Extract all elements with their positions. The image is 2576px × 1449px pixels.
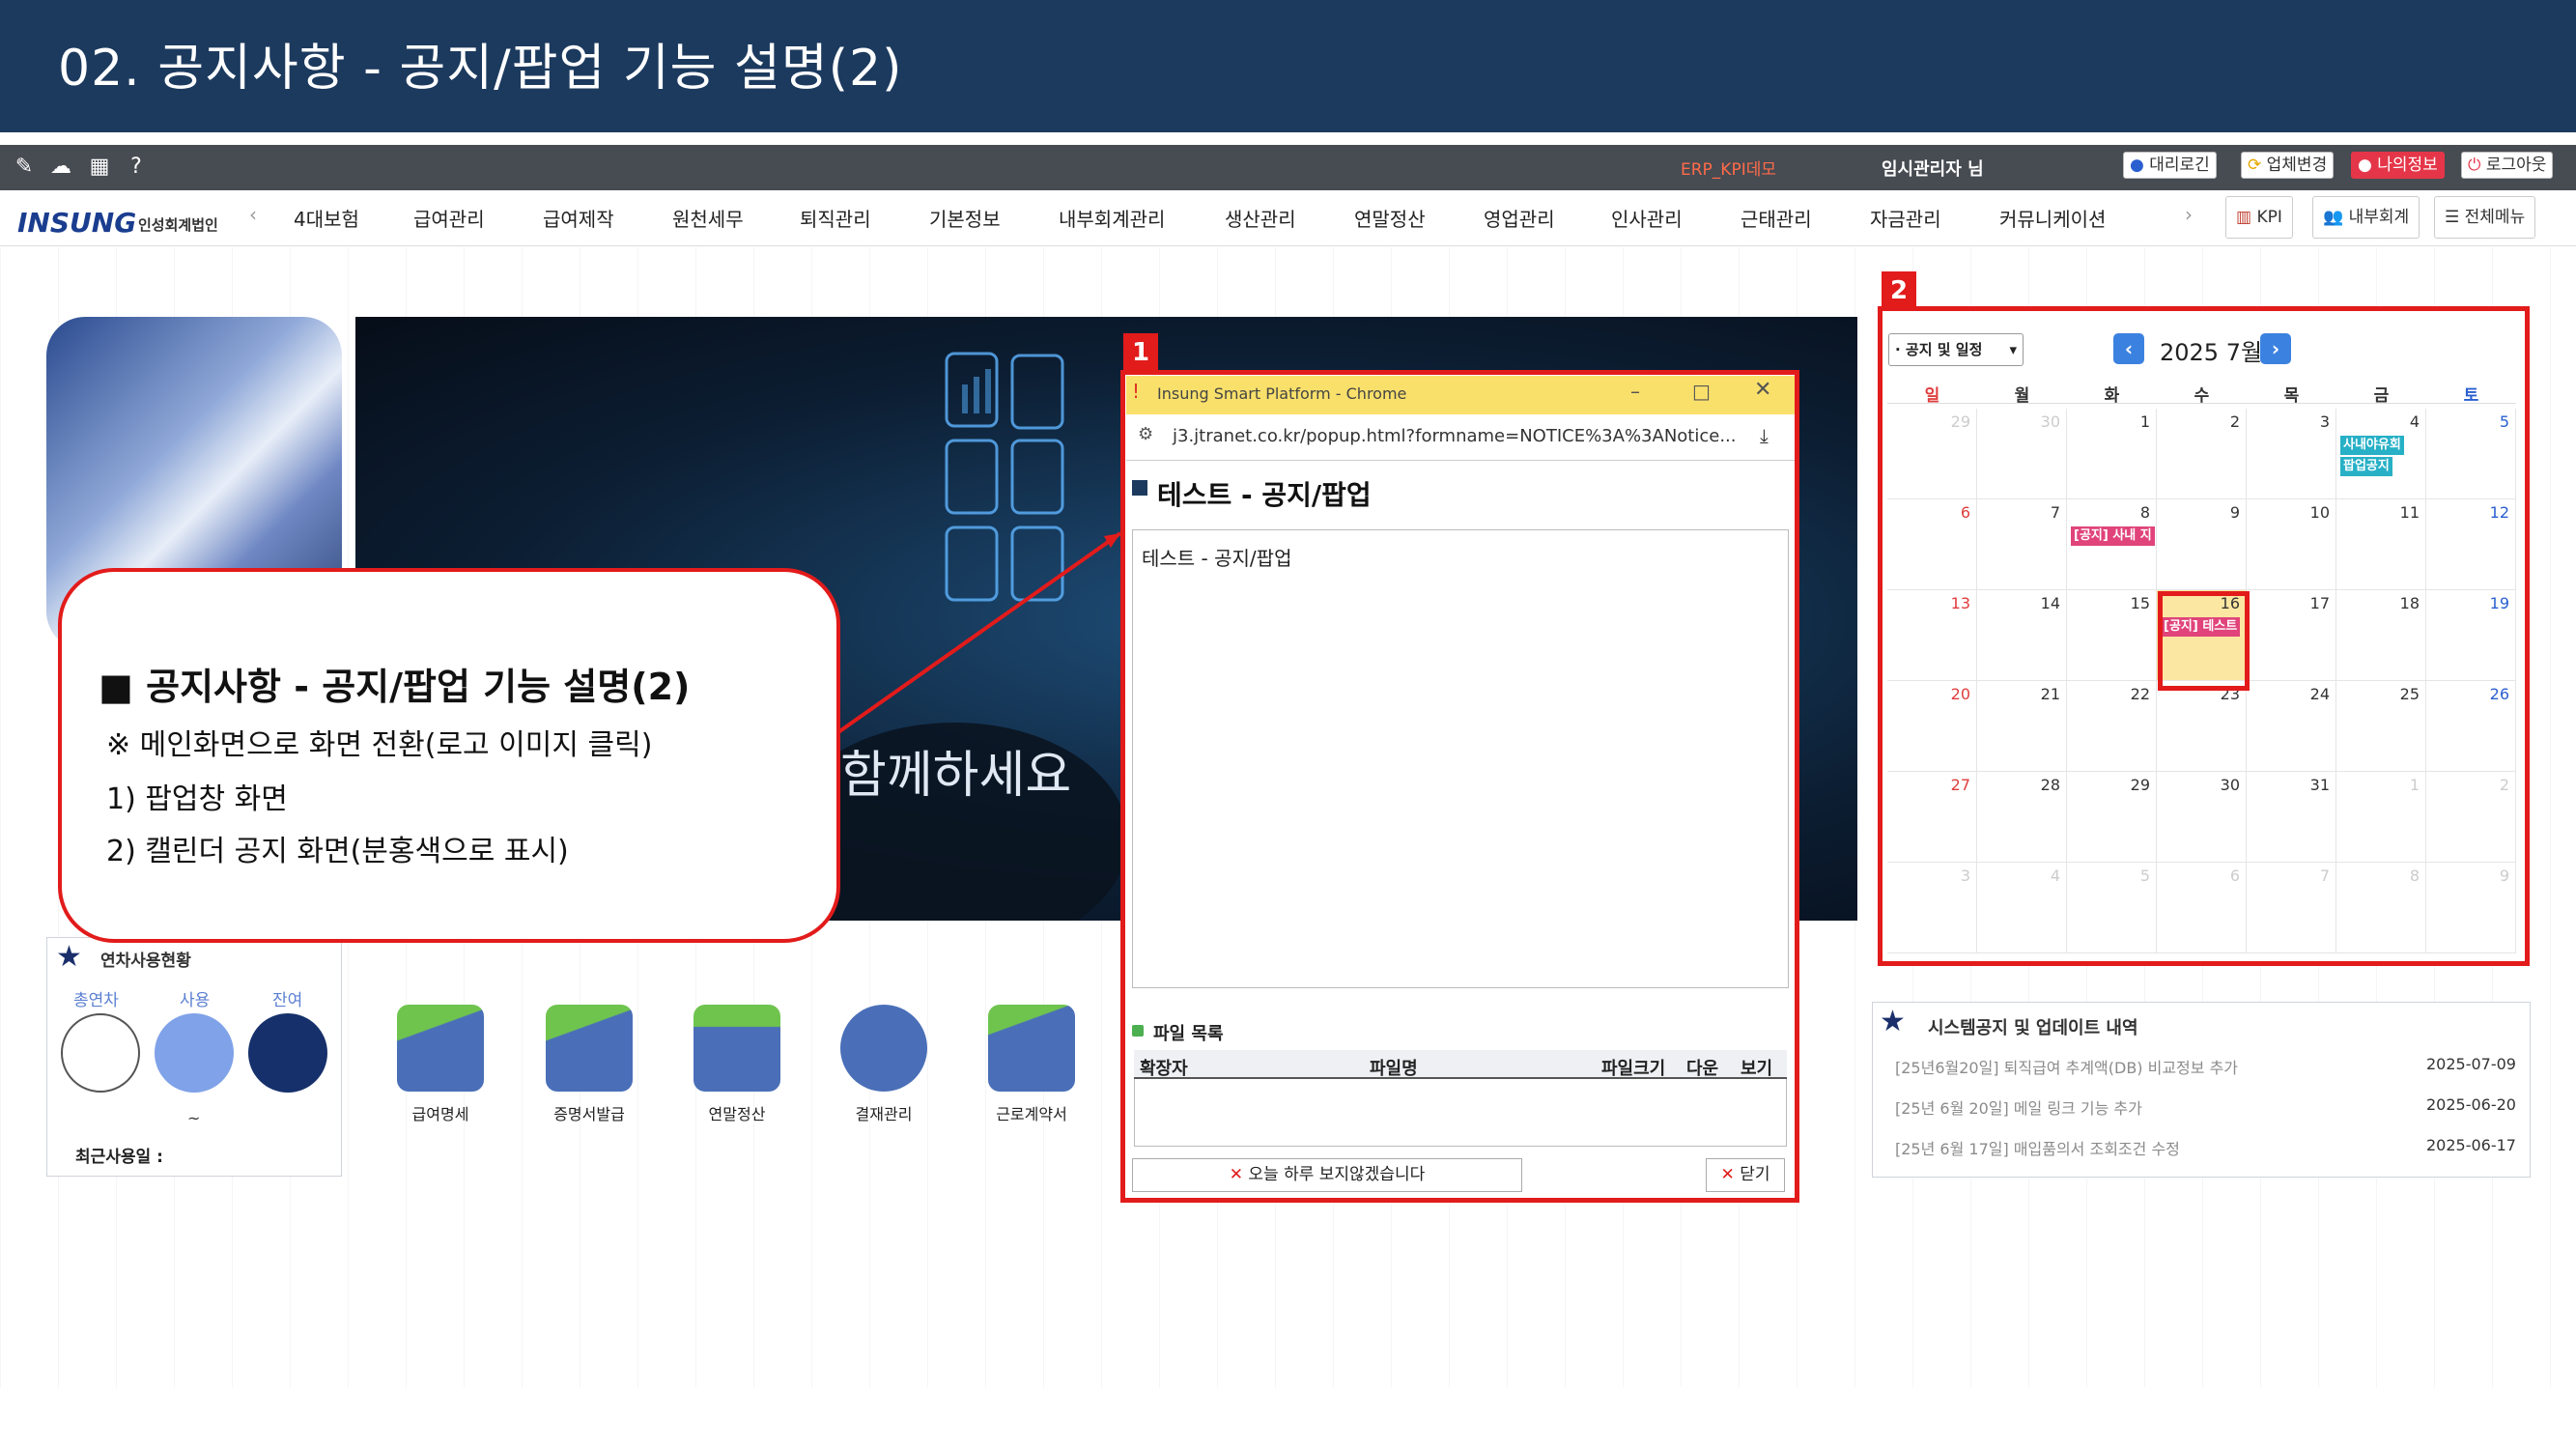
calendar-day[interactable]: 30 [2157,772,2247,863]
col-filesize: 파일크기 [1601,1059,1666,1079]
calendar-day[interactable]: 5 [2426,409,2516,499]
calendar-dow: 목 [2247,382,2336,406]
calendar-event[interactable]: [공지] 사내 지 [2071,526,2155,546]
calendar-day[interactable]: 2 [2426,772,2516,863]
calendar-day[interactable]: 9 [2157,499,2247,590]
calendar-day[interactable]: 29 [1887,409,1977,499]
calendar-day[interactable]: 10 [2247,499,2336,590]
notice-date: 2025-06-20 [2426,1095,2516,1114]
calendar-dow: 토 [2426,382,2516,406]
calendar-day[interactable]: 7 [2247,863,2336,953]
col-download: 다운 [1686,1059,1719,1079]
notice-date: 2025-07-09 [2426,1055,2516,1073]
calendar-day[interactable]: 19 [2426,590,2516,681]
notice-item[interactable]: [25년 6월 17일] 매입품의서 조회조건 수정 [1895,1136,2180,1159]
calendar-day[interactable]: 23 [2157,681,2247,772]
calendar-day[interactable]: 14 [1977,590,2067,681]
calendar-dow: 화 [2067,382,2157,406]
calendar-filter-select[interactable]: · 공지 및 일정 ▾ [1888,333,2024,366]
minimize-icon[interactable]: – [1630,380,1640,403]
chevron-down-icon: ▾ [2009,341,2017,358]
calendar-day[interactable]: 25 [2336,681,2426,772]
calendar-day[interactable]: 2 [2157,409,2247,499]
today-highlight [2158,591,2250,691]
callout-line-3: 2) 캘린더 공지 화면(분홍색으로 표시) [106,835,569,868]
calendar-dow: 금 [2336,382,2426,406]
dont-show-today-button[interactable]: ✕ 오늘 하루 보지않겠습니다 [1132,1158,1522,1192]
calendar-day[interactable]: 1 [2067,409,2157,499]
calendar-day[interactable]: 6 [1887,499,1977,590]
close-label: 닫기 [1740,1165,1770,1184]
calendar-day[interactable]: 8 [2336,863,2426,953]
calendar-day[interactable]: 28 [1977,772,2067,863]
calendar-day[interactable]: 27 [1887,772,1977,863]
popup-window-title: Insung Smart Platform - Chrome [1157,384,1407,403]
calendar-day[interactable]: 30 [1977,409,2067,499]
popup-body-text: 테스트 - 공지/팝업 [1142,547,1292,570]
calendar-day[interactable]: 29 [2067,772,2157,863]
calendar-day[interactable]: 15 [2067,590,2157,681]
calendar-day[interactable]: 12 [2426,499,2516,590]
calendar-dow: 일 [1887,382,1977,406]
popup-body [1132,529,1789,988]
calendar-day[interactable]: 20 [1887,681,1977,772]
calendar-day[interactable]: 7 [1977,499,2067,590]
calendar-day[interactable]: 26 [2426,681,2516,772]
calendar-day[interactable]: 31 [2247,772,2336,863]
calendar-event[interactable]: 팝업공지 [2340,457,2392,476]
calendar-day[interactable]: 3 [2247,409,2336,499]
site-settings-icon[interactable]: ⚙ [1138,424,1153,444]
col-filename: 파일명 [1370,1059,1418,1079]
maximize-icon[interactable]: □ [1692,380,1711,403]
calendar-day[interactable]: 6 [2157,863,2247,953]
x-icon: ✕ [1720,1165,1735,1184]
popup-url: j3.jtranet.co.kr/popup.html?formname=NOT… [1173,426,1737,446]
calendar-day[interactable]: 9 [2426,863,2516,953]
popup-badge: 1 [1123,333,1158,372]
calendar-event[interactable]: 사내야유회 [2340,436,2404,455]
close-window-icon[interactable]: ✕ [1754,378,1771,402]
warning-icon: ! [1132,380,1141,403]
callout-line-1: ※ 메인화면으로 화면 전환(로고 이미지 클릭) [106,728,653,762]
notice-date: 2025-06-17 [2426,1136,2516,1154]
notice-item[interactable]: [25년6월20일] 퇴직급여 추계액(DB) 비교정보 추가 [1895,1055,2238,1078]
col-view: 보기 [1741,1059,1773,1079]
calendar-day[interactable]: 17 [2247,590,2336,681]
calendar-day[interactable]: 3 [1887,863,1977,953]
calendar-day[interactable]: 24 [2247,681,2336,772]
callout-line-2: 1) 팝업창 화면 [106,782,288,816]
calendar-day[interactable]: 1 [2336,772,2426,863]
x-icon: ✕ [1229,1165,1243,1184]
dont-show-label: 오늘 하루 보지않겠습니다 [1248,1165,1426,1184]
file-list-label: 파일 목록 [1153,1024,1224,1044]
calendar-dow: 월 [1977,382,2067,406]
calendar-day[interactable]: 4 [1977,863,2067,953]
download-icon[interactable]: ⤓ [1760,424,1769,447]
calendar-day[interactable]: 11 [2336,499,2426,590]
prev-month-button[interactable]: ‹ [2113,333,2144,364]
notice-item[interactable]: [25년 6월 20일] 메일 링크 기능 추가 [1895,1095,2142,1119]
calendar-month: 2025 7월 [2160,339,2263,366]
calendar-badge: 2 [1882,271,1916,310]
callout-title: ■ 공지사항 - 공지/팝업 기능 설명(2) [99,666,691,708]
calendar-dow: 수 [2157,382,2247,406]
calendar-filter-value: · 공지 및 일정 [1895,341,1983,358]
calendar-day[interactable]: 18 [2336,590,2426,681]
close-button[interactable]: ✕ 닫기 [1706,1158,1785,1192]
system-notice-title: 시스템공지 및 업데이트 내역 [1928,1018,2138,1038]
calendar-day[interactable]: 22 [2067,681,2157,772]
calendar-day[interactable]: 13 [1887,590,1977,681]
star-icon: ★ [1880,1005,1906,1038]
col-extension: 확장자 [1140,1059,1188,1079]
popup-heading: 테스트 - 공지/팝업 [1157,479,1372,511]
next-month-button[interactable]: › [2260,333,2291,364]
file-list-icon [1132,1025,1144,1037]
bullet-icon [1132,480,1147,496]
calendar-day[interactable]: 5 [2067,863,2157,953]
calendar-day[interactable]: 21 [1977,681,2067,772]
